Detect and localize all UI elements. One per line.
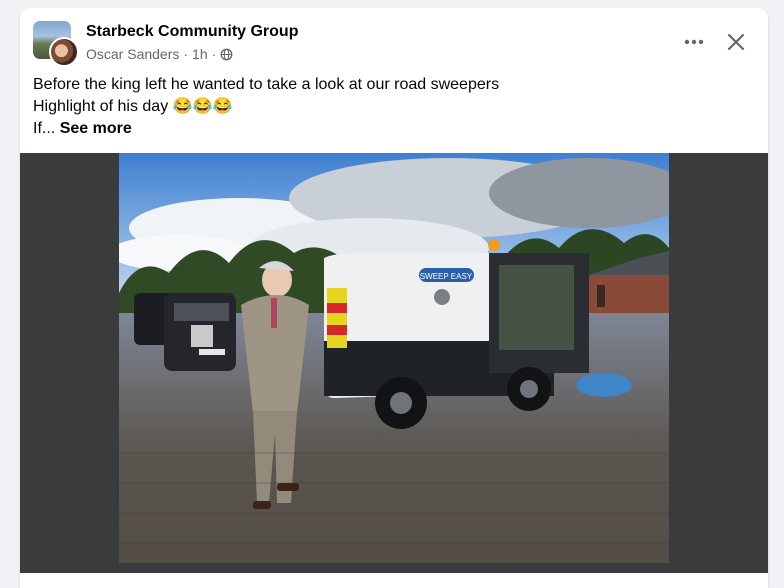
close-icon — [727, 33, 745, 51]
post-text-line: If... See more — [33, 118, 733, 140]
post-meta: Oscar Sanders · 1h · — [86, 46, 233, 62]
globe-icon[interactable] — [220, 48, 233, 61]
post-text-line: Before the king left he wanted to take a… — [33, 76, 500, 93]
post-media[interactable]: SWEEP EASY — [20, 153, 768, 588]
post-photo[interactable]: SWEEP EASY — [119, 153, 669, 563]
post-time-link[interactable]: 1h — [192, 46, 208, 62]
post-text-line: Highlight of his day 😂😂😂 — [33, 98, 233, 115]
post-card: Starbeck Community Group Oscar Sanders ·… — [20, 8, 768, 588]
author-name-link[interactable]: Oscar Sanders — [86, 46, 179, 62]
meta-separator: · — [183, 46, 189, 62]
group-name-link[interactable]: Starbeck Community Group — [86, 23, 298, 41]
user-avatar[interactable] — [49, 37, 79, 67]
post-text-truncated: If... — [33, 120, 56, 137]
see-more-link[interactable]: See more — [60, 120, 132, 137]
meta-separator: · — [211, 46, 217, 62]
sweeper-brand-text: SWEEP EASY — [420, 272, 473, 281]
close-button[interactable] — [722, 28, 750, 56]
more-options-button[interactable] — [680, 28, 708, 56]
post-text: Before the king left he wanted to take a… — [33, 74, 733, 140]
post-avatars[interactable] — [33, 21, 79, 67]
post-actions-bar — [20, 573, 768, 588]
more-horizontal-icon — [684, 39, 704, 45]
